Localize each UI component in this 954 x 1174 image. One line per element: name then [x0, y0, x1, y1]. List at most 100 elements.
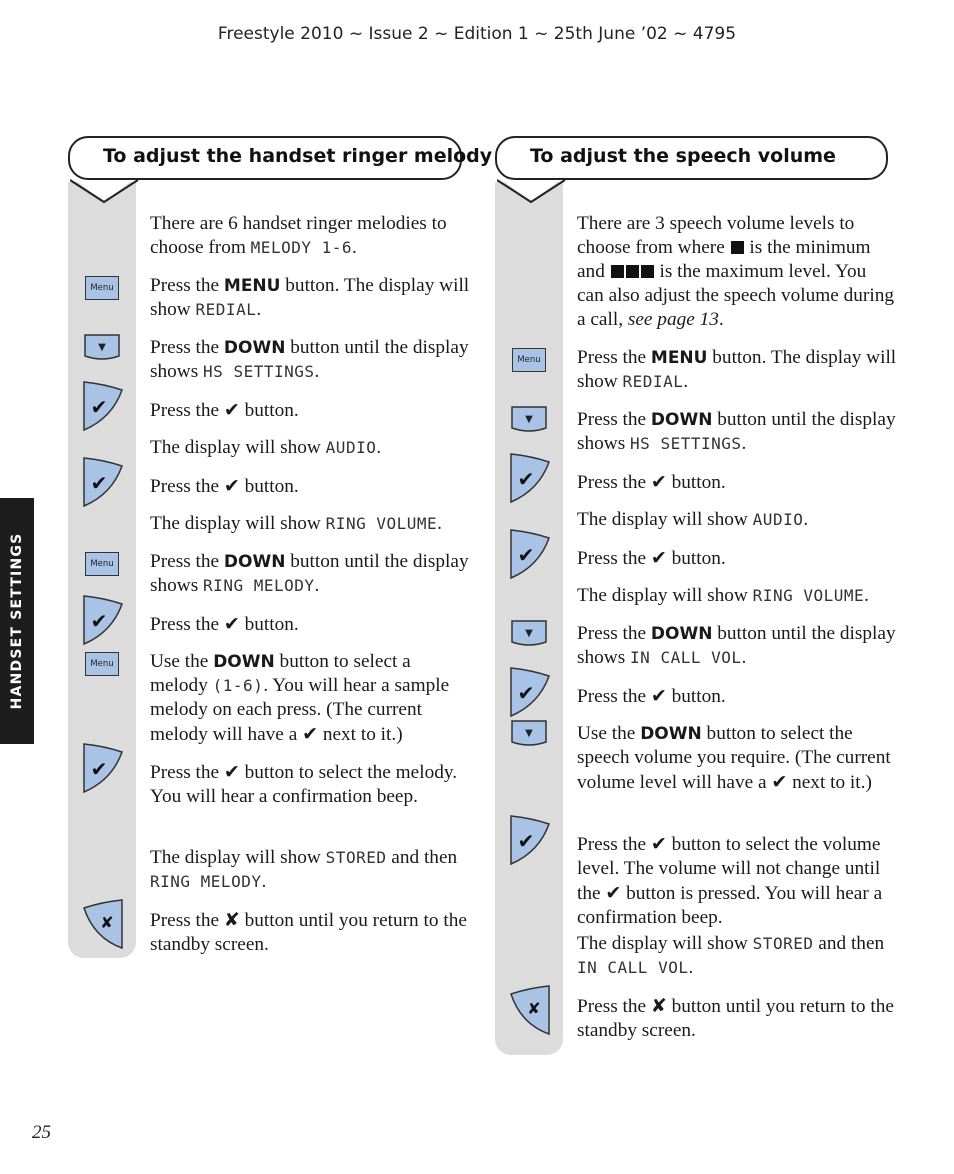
step-text: Use the DOWN button to select a melody (…: [150, 650, 470, 747]
button-name: DOWN: [223, 552, 286, 572]
check-button-icon: ✔: [510, 815, 550, 866]
svg-text:✔: ✔: [518, 543, 535, 567]
text-run: button.: [239, 614, 299, 635]
cross-button[interactable]: ✘: [82, 898, 124, 955]
text-run: Press the: [150, 400, 224, 421]
svg-text:▼: ▼: [525, 628, 533, 639]
page-reference: see page 13: [627, 309, 719, 330]
display-text: REDIAL: [622, 372, 684, 391]
step-text: Press the ✔ button.: [150, 474, 470, 499]
check-button[interactable]: ✔: [509, 814, 551, 871]
display-text: AUDIO: [325, 438, 377, 457]
step-text: The display will show RING VOLUME.: [577, 584, 897, 608]
display-text: (1-6): [212, 676, 264, 695]
down-button[interactable]: ▼: [511, 406, 547, 439]
menu-button-icon: Menu: [85, 276, 119, 300]
menu-button[interactable]: Menu: [85, 552, 119, 576]
check-button[interactable]: ✔: [509, 528, 551, 585]
text-run: next to it.): [318, 724, 403, 745]
text-run: The display will show: [150, 847, 326, 868]
document-header: Freestyle 2010 ~ Issue 2 ~ Edition 1 ~ 2…: [217, 24, 737, 44]
check-button[interactable]: ✔: [82, 380, 124, 437]
check-button[interactable]: ✔: [509, 666, 551, 723]
cross-button-icon: ✘: [510, 985, 550, 1036]
check-button[interactable]: ✔: [509, 452, 551, 509]
ringer-melody-section: To adjust the handset ringer melody Ther…: [68, 136, 492, 960]
cross-icon: ✘: [223, 909, 240, 931]
display-text: RING VOLUME: [325, 514, 438, 533]
volume-bar: [640, 265, 654, 278]
display-text: RING MELODY: [150, 872, 262, 891]
button-name: DOWN: [650, 410, 713, 430]
check-button-icon: ✔: [83, 381, 123, 432]
step-text: There are 3 speech volume levels to choo…: [577, 212, 897, 332]
title-pointer: [70, 176, 139, 204]
text-run: Press the: [577, 409, 651, 430]
text-run: Press the: [577, 347, 651, 368]
menu-button-icon: Menu: [512, 348, 546, 372]
svg-text:✔: ✔: [518, 467, 535, 491]
text-run: button is pressed. You will hear a confi…: [577, 883, 883, 928]
menu-button[interactable]: Menu: [512, 348, 546, 372]
svg-text:✔: ✔: [91, 471, 108, 495]
check-icon: ✔: [223, 761, 240, 783]
page-number: 25: [32, 1122, 51, 1143]
down-button-icon: ▼: [511, 720, 547, 746]
step-text: Press the MENU button. The display will …: [577, 346, 897, 394]
volume-min-icon: [730, 237, 745, 258]
display-text: RING VOLUME: [752, 586, 865, 605]
svg-text:✔: ✔: [518, 829, 535, 853]
side-tab-label: HANDSET SETTINGS: [9, 532, 25, 710]
text-run: .: [741, 433, 747, 454]
step-text: The display will show AUDIO.: [150, 436, 470, 460]
text-run: .: [803, 509, 809, 530]
cross-button[interactable]: ✘: [509, 984, 551, 1041]
check-button[interactable]: ✔: [82, 594, 124, 651]
text-run: Press the: [150, 476, 224, 497]
text-run: Press the: [577, 686, 651, 707]
down-button[interactable]: ▼: [511, 720, 547, 753]
text-run: .: [376, 437, 382, 458]
menu-button[interactable]: Menu: [85, 652, 119, 676]
check-icon: ✔: [650, 685, 667, 707]
step-text: Press the ✔ button.: [577, 684, 897, 709]
icon-strip: [495, 182, 563, 1055]
step-text: The display will show AUDIO.: [577, 508, 897, 532]
section-side-tab: HANDSET SETTINGS: [0, 498, 34, 744]
step-text: Press the ✘ button until you return to t…: [577, 994, 897, 1043]
svg-text:✔: ✔: [91, 609, 108, 633]
step-text: The display will show RING VOLUME.: [150, 512, 470, 536]
step-text: Press the ✔ button.: [577, 546, 897, 571]
cross-icon: ✘: [650, 995, 667, 1017]
check-icon: ✔: [650, 833, 667, 855]
menu-button[interactable]: Menu: [85, 276, 119, 300]
step-text: The display will show STORED and then IN…: [577, 932, 897, 980]
text-run: Press the: [150, 551, 224, 572]
step-text: Press the ✔ button to select the melody.…: [150, 760, 470, 809]
check-button-icon: ✔: [83, 743, 123, 794]
down-button-icon: ▼: [511, 620, 547, 646]
text-run: Press the: [150, 337, 224, 358]
volume-bar: [730, 241, 744, 254]
text-run: The display will show: [577, 585, 753, 606]
svg-text:✘: ✘: [100, 913, 113, 932]
check-button-icon: ✔: [83, 595, 123, 646]
display-text: IN CALL VOL: [630, 648, 742, 667]
display-text: AUDIO: [752, 510, 804, 529]
display-text: STORED: [325, 848, 387, 867]
check-button[interactable]: ✔: [82, 742, 124, 799]
down-button-icon: ▼: [84, 334, 120, 360]
check-icon: ✔: [650, 471, 667, 493]
down-button[interactable]: ▼: [511, 620, 547, 653]
step-text: Press the DOWN button until the display …: [577, 408, 897, 456]
menu-button-icon: Menu: [85, 652, 119, 676]
step-text: Press the ✘ button until you return to t…: [150, 908, 470, 957]
svg-text:✔: ✔: [91, 757, 108, 781]
down-button[interactable]: ▼: [84, 334, 120, 367]
check-button[interactable]: ✔: [82, 456, 124, 513]
section-title-box: To adjust the handset ringer melody: [68, 136, 492, 180]
check-button-icon: ✔: [510, 667, 550, 718]
text-run: button.: [666, 686, 726, 707]
display-text: STORED: [752, 934, 814, 953]
title-pointer: [497, 176, 566, 204]
